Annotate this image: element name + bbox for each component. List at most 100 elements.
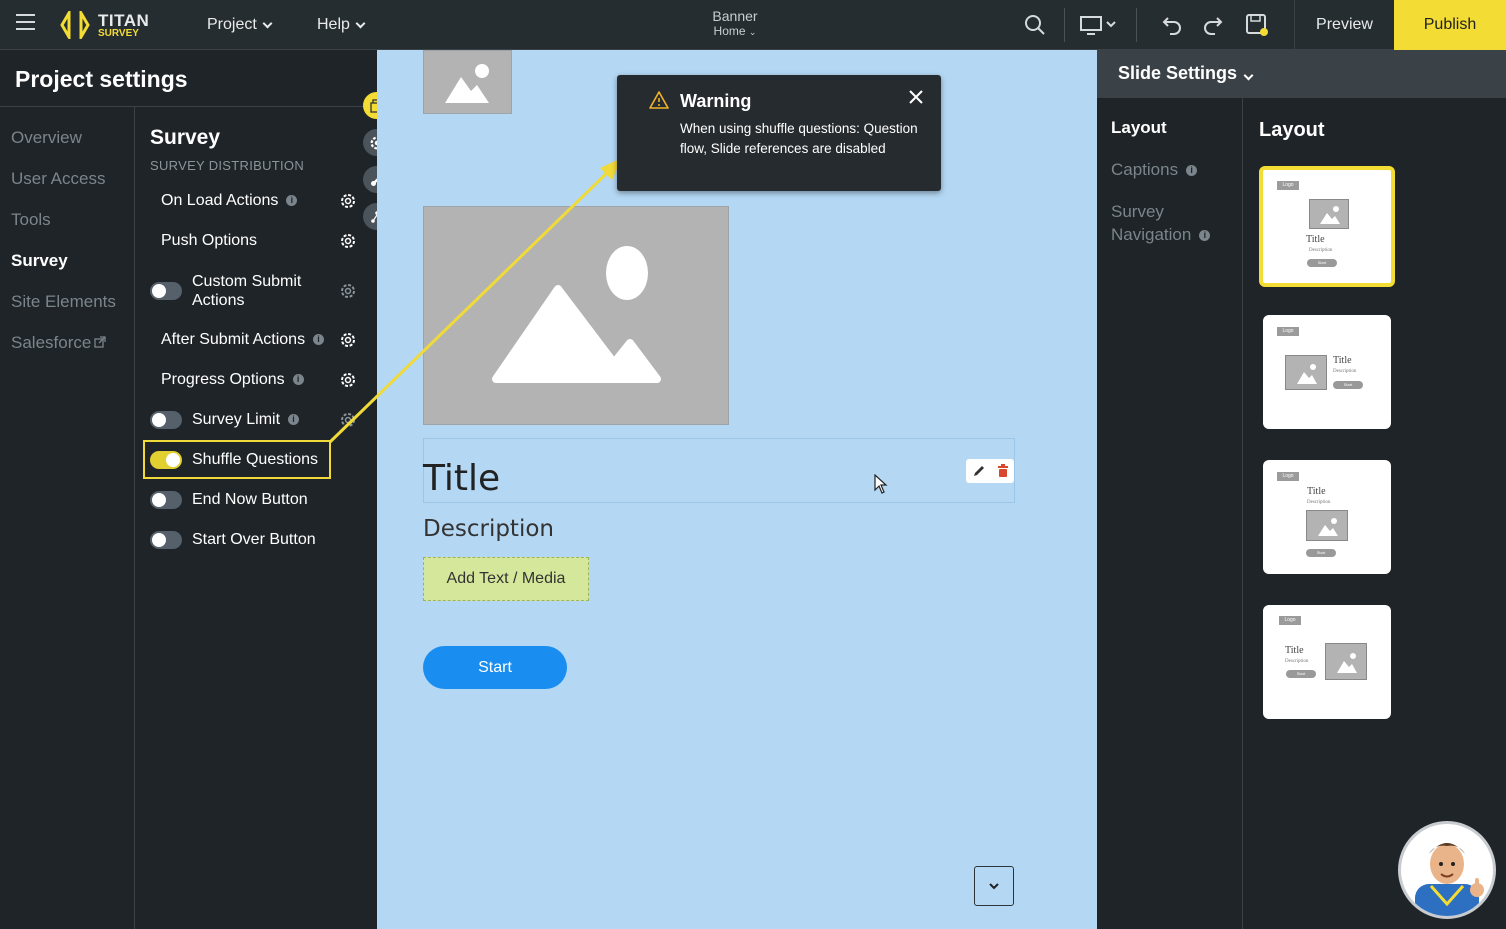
toolbar-divider [1064,8,1065,42]
option-end-now-button[interactable]: End Now Button [150,490,365,509]
titan-logo-icon [60,11,90,39]
start-over-toggle[interactable] [150,530,182,549]
rp-nav-captions[interactable]: Captions i [1111,160,1221,200]
custom-submit-toggle[interactable] [150,282,182,300]
thumb-title: Title [1306,234,1325,245]
nav-item-tools[interactable]: Tools [11,210,116,251]
thumb-logo: Logo [1277,327,1299,336]
layout-option-3[interactable]: Logo Title Description Start [1263,460,1391,574]
mouse-cursor-icon [874,474,888,494]
end-now-toggle[interactable] [150,490,182,509]
chevron-down-icon [355,18,366,28]
thumb-start: Start [1307,259,1337,267]
panel-divider [0,106,377,107]
search-icon[interactable] [1022,12,1048,38]
add-text-media-button[interactable]: Add Text / Media [423,557,589,601]
page-sub: Home [713,24,746,38]
warning-toast: Warning When using shuffle questions: Qu… [617,75,941,191]
option-label: Start Over Button [192,531,316,548]
salesforce-label: Salesforce [11,333,92,352]
info-icon[interactable]: i [1199,230,1211,242]
option-start-over-button[interactable]: Start Over Button [150,530,365,549]
close-icon[interactable] [907,88,925,106]
layout-option-2[interactable]: Logo Title Description Start [1263,315,1391,429]
option-label: On Load Actions [161,192,279,209]
slide-description[interactable]: Description [423,516,554,542]
thumb-logo: Logo [1277,472,1299,481]
start-button[interactable]: Start [423,646,567,689]
info-icon[interactable]: i [1186,165,1198,177]
thumb-logo: Logo [1277,181,1299,190]
chevron-down-icon: ⌄ [748,27,757,37]
section-title: Survey [150,126,221,149]
page-selector[interactable]: Banner Home ⌄ [690,8,780,38]
pencil-icon[interactable] [972,464,986,478]
trash-icon[interactable] [997,464,1009,478]
publish-label: Publish [1423,16,1477,33]
preview-label: Preview [1316,16,1373,33]
slide-settings-panel: Slide Settings Layout Captions i Survey N… [1097,50,1506,929]
layout-option-1[interactable]: Logo Title Description Start [1259,166,1395,287]
image-icon [445,64,489,103]
option-label: Push Options [161,232,258,249]
nav-item-survey[interactable]: Survey [11,251,116,292]
external-link-icon [94,336,106,348]
thumb-description: Description [1285,659,1309,664]
thumb-image-icon [1309,199,1349,229]
scroll-down-button[interactable] [974,866,1014,906]
project-menu-label: Project [207,16,257,33]
option-label: Survey Limit [192,411,281,428]
chevron-down-icon [262,18,273,28]
thumb-title: Title [1333,355,1352,366]
layout-option-4[interactable]: Logo Title Description Start [1263,605,1391,719]
nav-item-user-access[interactable]: User Access [11,169,116,210]
survey-limit-toggle[interactable] [150,410,182,429]
preview-button[interactable]: Preview [1294,0,1394,50]
nav-item-salesforce[interactable]: Salesforce [11,333,116,374]
thumb-start: Start [1333,381,1363,389]
warning-message: When using shuffle questions: Question f… [680,121,918,156]
logo-image-placeholder[interactable] [423,50,512,114]
help-assistant-avatar[interactable] [1398,821,1496,919]
thumb-description: Description [1309,248,1333,253]
chevron-down-icon [989,883,999,890]
mascot-icon [1415,843,1484,916]
help-menu-label: Help [317,16,350,33]
rp-nav-layout[interactable]: Layout [1111,118,1221,160]
logo-subtitle: SURVEY [98,27,139,39]
info-icon[interactable]: i [286,195,298,206]
element-edit-tools [966,459,1014,483]
titan-logo[interactable]: TITAN SURVEY [60,9,149,41]
thumb-description: Description [1333,369,1357,374]
option-label: Custom Submit Actions [192,273,302,309]
top-bar: TITAN SURVEY Project Help Banner Home ⌄ … [0,0,1506,50]
slide-settings-header[interactable]: Slide Settings [1097,50,1506,98]
redo-icon[interactable] [1201,12,1227,38]
rp-divider [1242,98,1243,929]
help-menu[interactable]: Help [317,0,366,50]
nav-item-site-elements[interactable]: Site Elements [11,292,116,333]
info-icon[interactable]: i [288,414,300,425]
save-icon[interactable] [1244,12,1270,38]
thumb-image-icon [1325,643,1367,680]
layout-title: Layout [1259,119,1325,141]
publish-button[interactable]: Publish [1394,0,1506,50]
hamburger-menu-icon[interactable] [16,14,35,34]
device-selector-icon[interactable] [1079,12,1121,38]
thumb-image-icon [1285,355,1327,390]
thumb-image-icon [1306,510,1348,541]
thumb-logo: Logo [1279,616,1301,625]
slide-title[interactable]: Title [423,458,500,499]
info-icon[interactable]: i [292,374,304,385]
slide-settings-title: Slide Settings [1118,63,1238,83]
chevron-down-icon [1243,70,1254,81]
rp-nav-survey-navigation[interactable]: Survey Navigation i [1111,200,1221,246]
captions-label: Captions [1111,160,1179,179]
settings-nav: Overview User Access Tools Survey Site E… [11,128,116,374]
nav-divider [134,107,135,929]
project-menu[interactable]: Project [207,0,273,50]
nav-item-overview[interactable]: Overview [11,128,116,169]
undo-icon[interactable] [1158,12,1184,38]
option-label: End Now Button [192,491,308,508]
survey-navigation-label: Survey Navigation [1111,202,1192,244]
